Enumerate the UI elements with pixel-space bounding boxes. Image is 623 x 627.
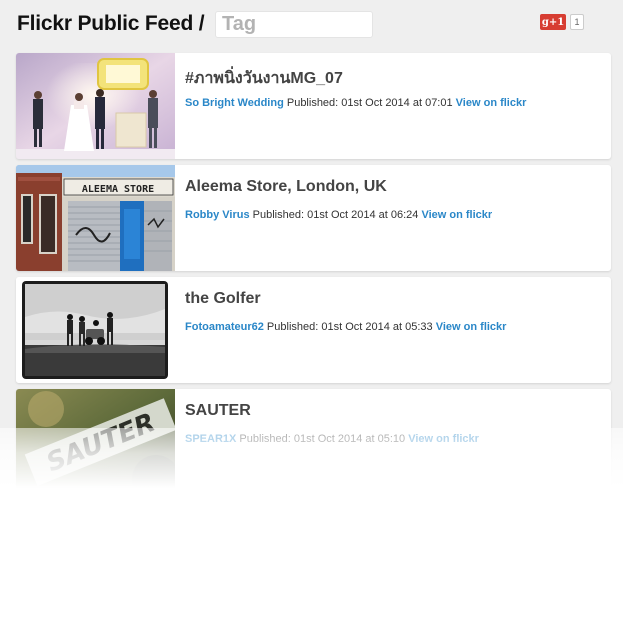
view-on-flickr-link[interactable]: View on flickr [421,209,492,221]
published-date: 01st Oct 2014 at 06:24 [307,209,419,221]
author-link[interactable]: Robby Virus [185,209,250,221]
feed-item: Tagged_14758446691_o [16,501,611,607]
wedding-photo-icon[interactable] [16,53,175,159]
published-label: Published: [239,433,291,445]
golfer-photo-icon[interactable] [16,277,175,383]
view-on-flickr-link[interactable]: View on flickr [408,433,479,445]
published-date: 01st Oct 2014 at 07:01 [341,97,453,109]
graffiti-photo-icon[interactable]: SAUTER [16,389,175,495]
item-title: Tagged_14758446691_o [185,514,367,531]
item-meta: SPEAR1X Published: 01st Oct 2014 at 05:1… [185,433,479,445]
author-link[interactable]: So Bright Wedding [185,97,284,109]
view-on-flickr-link[interactable]: View on flickr [456,97,527,109]
view-on-flickr-link[interactable]: View on flickr [436,321,507,333]
feed-item: the Golfer Fotoamateur62 Published: 01st… [16,277,611,383]
author-link[interactable]: SPEAR1X [185,433,236,445]
feed-item: #ภาพนิ่งวันงานMG_07 So Bright Wedding Pu… [16,53,611,159]
item-meta: Robby Virus Published: 01st Oct 2014 at … [185,209,492,221]
published-label: Published: [252,209,305,221]
item-meta: Fotoamateur62 Published: 01st Oct 2014 a… [185,321,506,333]
storefront-photo-icon[interactable]: ALEEMA STORE [16,165,175,271]
published-date: 01st Oct 2014 at 05:33 [321,321,433,333]
store-sign: ALEEMA STORE [82,184,154,195]
published-label: Published: [266,321,319,333]
header: Flickr Public Feed / g+1 1 [16,10,611,40]
gplus-widget: g+1 1 [540,14,584,30]
item-title: the Golfer [185,290,261,307]
faded-photo-icon[interactable] [16,501,175,607]
published-label: Published: [286,97,339,109]
feed-item: ALEEMA STORE Aleema Store, London, UK Ro… [16,165,611,271]
item-title: Aleema Store, London, UK [185,178,387,195]
item-meta: So Bright Wedding Published: 01st Oct 20… [185,97,526,109]
published-date: 01st Oct 2014 at 05:10 [293,433,406,445]
item-title: #ภาพนิ่งวันงานMG_07 [185,70,343,87]
page-title: Flickr Public Feed / [17,12,205,35]
author-link[interactable]: Fotoamateur62 [185,321,264,333]
gplus-button[interactable]: g+1 [540,14,566,30]
gplus-count: 1 [570,14,584,30]
feed-item: SAUTER SAUTER SPEAR1X Published: 01st Oc… [16,389,611,495]
tag-search-input[interactable] [215,11,373,38]
item-title: SAUTER [185,402,251,419]
